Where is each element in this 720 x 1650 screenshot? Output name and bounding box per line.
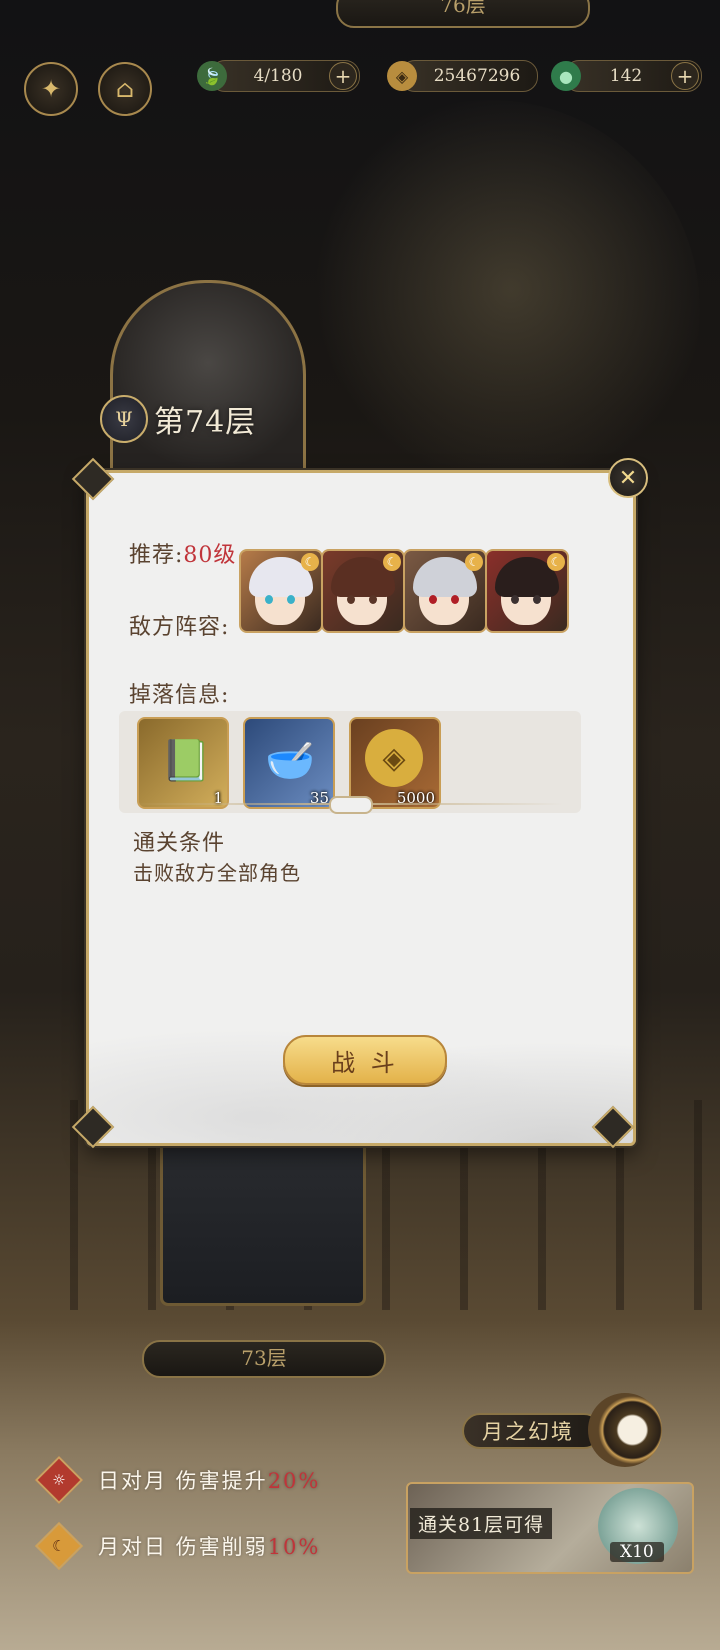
floor-title: 第74层: [154, 405, 257, 440]
enemy-lineup-label: 敌方阵容:: [129, 615, 230, 640]
stamina-value: 4/180: [253, 66, 303, 86]
portrait-eye: [511, 595, 519, 604]
reward-count: X10: [610, 1542, 664, 1562]
lower-floor-pill[interactable]: 73层: [142, 1340, 386, 1378]
leaf-badge-icon: ✦: [40, 75, 62, 103]
recommend-label: 推荐:: [129, 543, 184, 568]
moon-realm-label[interactable]: 月之幻境: [462, 1413, 602, 1449]
portrait-eye: [369, 595, 377, 604]
boss-portrait-arch: [110, 280, 306, 483]
portrait-eye: [451, 595, 459, 604]
portrait-eye: [265, 595, 273, 604]
upper-floor-pill[interactable]: 76层: [336, 0, 590, 28]
book-icon: 📗: [161, 738, 211, 784]
moon-faction-icon: ☾: [465, 553, 483, 571]
moon-orb-button[interactable]: [588, 1393, 662, 1467]
portrait-eye: [429, 595, 437, 604]
pavilion-menu-button[interactable]: ⌂: [98, 62, 152, 116]
coin-icon: ◈: [387, 61, 417, 91]
portrait-eye: [287, 595, 295, 604]
clear-condition-text: 击败敌方全部角色: [133, 861, 301, 885]
sun-buff-text: 日对月 伤害提升20%: [98, 1469, 321, 1493]
moon-buff-row: ☾ 月对日 伤害削弱10%: [34, 1521, 321, 1571]
jade-value: 142: [609, 66, 643, 86]
fight-button[interactable]: 战 斗: [283, 1035, 447, 1085]
moon-icon: ☾: [34, 1521, 84, 1571]
moon-faction-icon: ☾: [383, 553, 401, 571]
elixir-bowl-item[interactable]: 🥣 35: [243, 717, 335, 809]
add-jade-button[interactable]: +: [671, 62, 699, 90]
drops-label: 掉落信息:: [129, 683, 230, 708]
copper-coin-icon: ◈: [365, 729, 423, 787]
enemy-portrait[interactable]: ☾: [321, 549, 405, 633]
background-smoke: [280, 100, 700, 520]
enemy-portrait[interactable]: ☾: [403, 549, 487, 633]
bowl-icon: 🥣: [265, 738, 315, 784]
sun-buff-percent: 20%: [267, 1469, 321, 1493]
floor-header: Ψ 第74层: [100, 394, 256, 444]
portrait-eye: [533, 595, 541, 604]
portrait-eye: [347, 595, 355, 604]
enemy-portrait[interactable]: ☾: [485, 549, 569, 633]
clear-condition-title: 通关条件: [133, 831, 226, 856]
floor-info-dialog: 推荐:80级 敌方阵容: ☾ ☾ ☾ ☾ 掉落信息: 📗 1 🥣 35 ◈ 5000 …: [86, 470, 636, 1146]
moon-buff-text: 月对日 伤害削弱10%: [98, 1535, 321, 1559]
enemy-portrait[interactable]: ☾: [239, 549, 323, 633]
recommend-row: 推荐:80级: [129, 537, 236, 569]
close-icon: ✕: [618, 465, 638, 491]
moon-faction-icon: ☾: [547, 553, 565, 571]
lower-floor-arch: [160, 1130, 366, 1306]
recommend-level: 80级: [183, 543, 237, 568]
coin-value: 25467296: [433, 66, 521, 86]
sun-buff-row: ☼ 日对月 伤害提升20%: [34, 1455, 321, 1505]
jade-resource: ● 142 +: [551, 60, 702, 92]
leaf-icon: 🍃: [197, 61, 227, 91]
jade-icon: ●: [551, 61, 581, 91]
moon-faction-icon: ☾: [301, 553, 319, 571]
coin-resource: ◈ 25467296: [387, 60, 538, 92]
book-item[interactable]: 📗 1: [137, 717, 229, 809]
moon-buff-percent: 10%: [267, 1535, 321, 1559]
leaf-menu-button[interactable]: ✦: [24, 62, 78, 116]
reward-condition-text: 通关81层可得: [410, 1508, 553, 1539]
divider-ornament: [329, 796, 373, 814]
close-button[interactable]: ✕: [608, 458, 648, 498]
stamina-resource: 🍃 4/180 +: [197, 60, 360, 92]
sun-icon: ☼: [34, 1455, 84, 1505]
add-stamina-button[interactable]: +: [329, 62, 357, 90]
floor-emblem-icon: Ψ: [100, 395, 148, 443]
pavilion-icon: ⌂: [115, 75, 135, 103]
